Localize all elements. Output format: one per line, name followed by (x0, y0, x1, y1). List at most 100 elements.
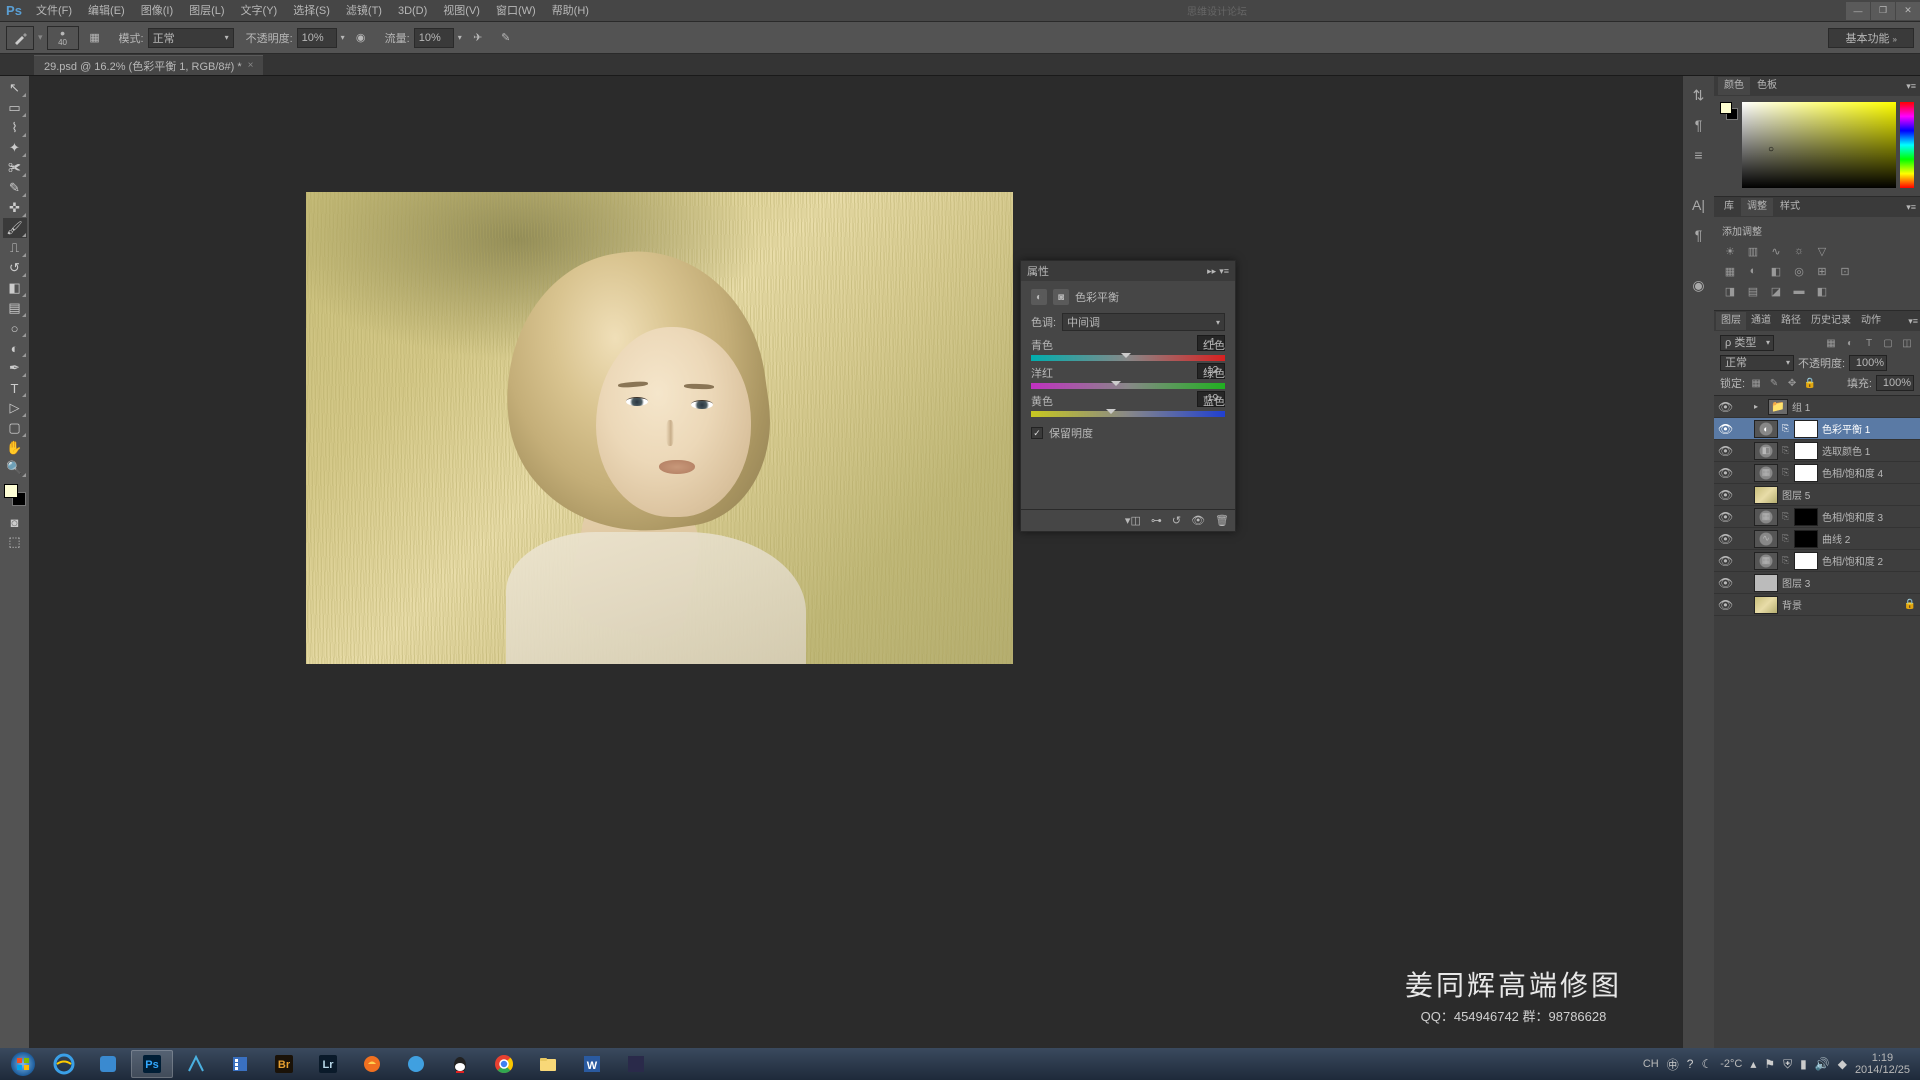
crop-tool[interactable]: ✀ (3, 158, 27, 178)
shape-tool[interactable]: ▢ (3, 418, 27, 438)
link-icon[interactable]: ⎘ (1782, 467, 1790, 478)
mask-thumb[interactable] (1794, 552, 1818, 570)
quick-select-tool[interactable]: ✦ (3, 138, 27, 158)
tab-actions[interactable]: 动作 (1856, 312, 1886, 330)
slider-thumb[interactable] (1121, 353, 1131, 363)
visibility-icon[interactable]: 👁 (1718, 576, 1732, 590)
layer-name[interactable]: 色相/饱和度 2 (1822, 553, 1883, 568)
tab-swatches[interactable]: 色板 (1751, 77, 1783, 95)
filter-shape-icon[interactable]: ▢ (1881, 336, 1895, 350)
layer-row[interactable]: 👁 图层 3 (1714, 572, 1920, 594)
adj-posterize-icon[interactable]: ▤ (1745, 284, 1761, 298)
adj-invert-icon[interactable]: ◨ (1722, 284, 1738, 298)
slider-thumb[interactable] (1106, 409, 1116, 419)
slider-track[interactable] (1031, 355, 1225, 361)
strip-icon-2[interactable]: ¶ (1688, 114, 1710, 136)
group-arrow-icon[interactable]: ▸ (1754, 402, 1764, 411)
brush-preset-picker[interactable]: • 40 (47, 26, 79, 50)
slider-track[interactable] (1031, 411, 1225, 417)
adj-levels-icon[interactable]: ▥ (1745, 244, 1761, 258)
layer-opacity-input[interactable]: 100% (1849, 355, 1887, 371)
visibility-icon[interactable]: 👁 (1718, 598, 1732, 612)
document-tab[interactable]: 29.psd @ 16.2% (色彩平衡 1, RGB/8#) * × (34, 55, 263, 75)
adj-thumb[interactable]: ∿ (1754, 530, 1778, 548)
tab-styles[interactable]: 样式 (1774, 198, 1806, 216)
minimize-button[interactable]: — (1846, 2, 1870, 20)
preserve-luminosity-checkbox[interactable]: ✓ (1031, 427, 1043, 439)
layer-filter-kind[interactable]: ρ 类型 (1720, 335, 1774, 351)
pen-tool[interactable]: ✒ (3, 358, 27, 378)
mask-thumb[interactable] (1794, 464, 1818, 482)
reset-icon[interactable]: ↺ (1172, 514, 1181, 527)
move-tool[interactable]: ↖ (3, 78, 27, 98)
lasso-tool[interactable]: ⌇ (3, 118, 27, 138)
taskbar-qq[interactable] (439, 1050, 481, 1078)
delete-adj-icon[interactable]: 🗑 (1215, 514, 1229, 527)
menu-3d[interactable]: 3D(D) (390, 0, 435, 22)
tray-moon-icon[interactable]: ☾ (1701, 1057, 1712, 1071)
screenmode-toggle[interactable]: ⬚ (3, 532, 27, 552)
tone-select[interactable]: 中间调 (1062, 313, 1225, 331)
brush-tool[interactable]: 🖌 (3, 218, 27, 238)
flow-input[interactable]: 10% (414, 28, 454, 48)
adj-threshold-icon[interactable]: ◪ (1768, 284, 1784, 298)
visibility-icon[interactable]: 👁 (1718, 444, 1732, 458)
tray-flag-icon[interactable]: ⚑ (1764, 1057, 1775, 1071)
link-icon[interactable]: ⎘ (1782, 423, 1790, 434)
history-brush-tool[interactable]: ↺ (3, 258, 27, 278)
taskbar-bridge[interactable]: Br (263, 1050, 305, 1078)
mini-swatches[interactable] (1720, 102, 1738, 120)
healing-tool[interactable]: ✜ (3, 198, 27, 218)
link-icon[interactable]: ⎘ (1782, 533, 1790, 544)
tab-layers[interactable]: 图层 (1716, 312, 1746, 330)
lock-icon[interactable]: 🔒 (1904, 599, 1916, 610)
visibility-icon[interactable]: 👁 (1718, 532, 1732, 546)
tray-volume-icon[interactable]: 🔊 (1815, 1057, 1830, 1071)
strip-icon-3[interactable]: ≡ (1688, 144, 1710, 166)
adj-curves-icon[interactable]: ∿ (1768, 244, 1784, 258)
lang-indicator[interactable]: CH (1643, 1058, 1659, 1070)
filter-adj-icon[interactable]: ◐ (1843, 336, 1857, 350)
hue-slider[interactable] (1900, 102, 1914, 188)
eraser-tool[interactable]: ◧ (3, 278, 27, 298)
panel-menu-icon[interactable]: ▾≡ (1219, 266, 1229, 276)
adj-thumb[interactable]: ◐ (1754, 420, 1778, 438)
tab-paths[interactable]: 路径 (1776, 312, 1806, 330)
panel-menu-icon[interactable]: ▾≡ (1906, 202, 1916, 213)
path-select-tool[interactable]: ▷ (3, 398, 27, 418)
tray-app-icon[interactable]: ◆ (1838, 1057, 1847, 1071)
visibility-icon[interactable]: 👁 (1718, 488, 1732, 502)
pressure-opacity-icon[interactable]: ◉ (349, 26, 373, 50)
brush-panel-toggle[interactable]: ▦ (83, 26, 107, 50)
type-tool[interactable]: T (3, 378, 27, 398)
tray-ime-icon[interactable]: ㊥ (1667, 1056, 1679, 1073)
filter-pixel-icon[interactable]: ▦ (1824, 336, 1838, 350)
taskbar-photoshop[interactable]: Ps (131, 1050, 173, 1078)
lock-pixel-icon[interactable]: ✎ (1767, 376, 1781, 390)
layer-row[interactable]: 👁 ▦⎘ 色相/饱和度 3 (1714, 506, 1920, 528)
layer-thumb[interactable] (1754, 596, 1778, 614)
slider-track[interactable] (1031, 383, 1225, 389)
close-button[interactable]: ✕ (1896, 2, 1920, 20)
maximize-button[interactable]: ❐ (1871, 2, 1895, 20)
layer-name[interactable]: 色相/饱和度 4 (1822, 465, 1883, 480)
visibility-icon[interactable]: 👁 (1718, 554, 1732, 568)
tray-chevron-icon[interactable]: ▴ (1750, 1057, 1756, 1071)
slider-thumb[interactable] (1111, 381, 1121, 391)
adj-photofilter-icon[interactable]: ◎ (1791, 264, 1807, 278)
layer-row[interactable]: 👁 ▦⎘ 色相/饱和度 4 (1714, 462, 1920, 484)
menu-edit[interactable]: 编辑(E) (80, 0, 133, 22)
layer-name[interactable]: 图层 3 (1782, 575, 1810, 590)
layer-row[interactable]: 👁 背景 🔒 (1714, 594, 1920, 616)
menu-type[interactable]: 文字(Y) (233, 0, 286, 22)
taskbar-app4[interactable] (351, 1050, 393, 1078)
strip-icon-1[interactable]: ⇅ (1688, 84, 1710, 106)
adj-hue-icon[interactable]: ▦ (1722, 264, 1738, 278)
taskbar-ie[interactable] (43, 1050, 85, 1078)
tab-close-icon[interactable]: × (248, 60, 254, 71)
tab-libraries[interactable]: 库 (1718, 198, 1740, 216)
tab-adjustments[interactable]: 调整 (1741, 198, 1773, 216)
canvas-area[interactable]: 姜同辉高端修图 QQ：454946742 群：98786628 16.21% ▸… (30, 76, 1682, 1080)
lock-all-icon[interactable]: 🔒 (1803, 376, 1817, 390)
strip-icon-6[interactable]: ◉ (1688, 274, 1710, 296)
